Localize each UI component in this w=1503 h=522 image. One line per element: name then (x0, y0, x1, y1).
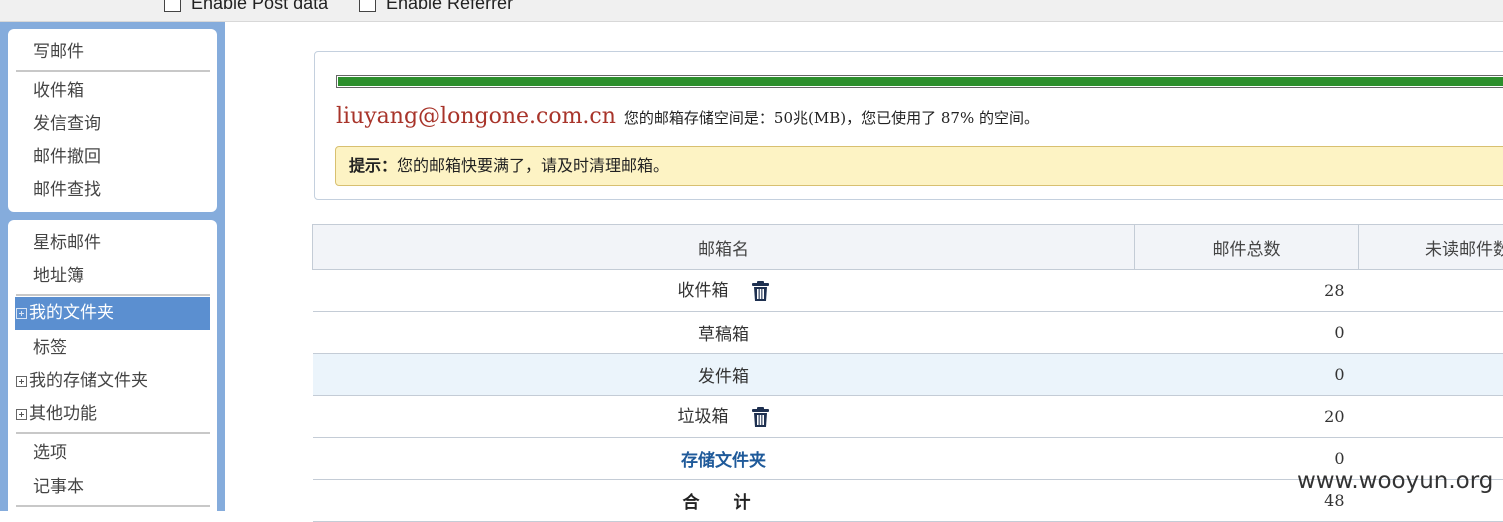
storage-quota-text: 您的邮箱存储空间是：50兆(MB)，您已使用了 87% 的空间。 (624, 109, 1039, 127)
sidebar-divider (16, 505, 210, 507)
storage-quota-panel: liuyang@longone.com.cn 您的邮箱存储空间是：50兆(MB)，… (314, 51, 1503, 200)
expand-icon[interactable] (16, 376, 27, 387)
total-count-cell: 0 (1135, 354, 1359, 396)
sidebar-item-starred[interactable]: 星标邮件 (33, 232, 101, 254)
storage-quota-info: liuyang@longone.com.cn 您的邮箱存储空间是：50兆(MB)，… (336, 104, 1039, 129)
enable-referrer-option[interactable]: Enable Referrer (359, 0, 513, 14)
enable-referrer-checkbox[interactable] (359, 0, 376, 12)
mailbox-name-cell: 垃圾箱 (313, 396, 1135, 438)
unread-count-cell (1359, 270, 1503, 312)
total-label-cell: 合 计 (313, 480, 1135, 522)
sidebar-item-search[interactable]: 邮件查找 (33, 179, 101, 201)
unread-count-cell (1359, 354, 1503, 396)
sidebar-item-tags[interactable]: 标签 (33, 337, 67, 359)
mailbox-link-drafts[interactable]: 草稿箱 (698, 325, 749, 345)
mailbox-name-cell: 发件箱 (313, 354, 1135, 396)
sidebar-item-options[interactable]: 选项 (33, 442, 67, 464)
browser-options-bar: Enable Post data Enable Referrer (0, 0, 1503, 22)
total-label: 合 计 (683, 493, 765, 513)
mailbox-name-cell: 草稿箱 (313, 312, 1135, 354)
sidebar-item-compose[interactable]: 写邮件 (33, 41, 84, 63)
total-count-cell: 0 (1135, 312, 1359, 354)
mailbox-link-inbox[interactable]: 收件箱 (678, 281, 729, 301)
sidebar-item-my-folders[interactable]: 我的文件夹 (15, 297, 210, 330)
mailbox-link-sent[interactable]: 发件箱 (698, 367, 749, 387)
sidebar-item-label: 我的文件夹 (29, 303, 114, 323)
total-count-cell: 20 (1135, 396, 1359, 438)
table-row: 垃圾箱 20 (313, 396, 1503, 438)
storage-progress-bar (336, 75, 1503, 88)
unread-count-cell (1359, 396, 1503, 438)
storage-warning-tip: 提示：您的邮箱快要满了，请及时清理邮箱。 (335, 146, 1503, 186)
account-email: liuyang@longone.com.cn (336, 104, 616, 129)
sidebar-item-sent-query[interactable]: 发信查询 (33, 113, 101, 135)
sidebar-panel-mail: 写邮件 收件箱 发信查询 邮件撤回 邮件查找 (8, 29, 217, 212)
mailbox-name-cell: 存储文件夹 (313, 438, 1135, 480)
sidebar-panel-folders: 星标邮件 地址簿 我的文件夹 标签 我的存储文件夹 其他功能 选项 记事本 (8, 220, 217, 520)
sidebar-item-storage-folders[interactable]: 我的存储文件夹 (16, 370, 148, 392)
column-header-mailbox-name: 邮箱名 (313, 225, 1135, 270)
table-row: 发件箱 0 (313, 354, 1503, 396)
sidebar-item-recall[interactable]: 邮件撤回 (33, 146, 101, 168)
trash-icon[interactable] (751, 281, 770, 307)
sidebar-divider (16, 294, 210, 296)
sidebar-item-label: 我的存储文件夹 (29, 371, 148, 391)
enable-post-checkbox[interactable] (164, 0, 181, 12)
watermark: www.wooyun.org (1297, 468, 1493, 494)
column-header-total: 邮件总数 (1135, 225, 1359, 270)
expand-icon[interactable] (16, 308, 27, 319)
expand-icon[interactable] (16, 409, 27, 420)
table-row: 草稿箱 0 (313, 312, 1503, 354)
unread-count-cell (1359, 312, 1503, 354)
table-header-row: 邮箱名 邮件总数 未读邮件数 (313, 225, 1503, 270)
tip-text: 您的邮箱快要满了，请及时清理邮箱。 (397, 156, 669, 175)
table-row: 收件箱 28 (313, 270, 1503, 312)
sidebar: 写邮件 收件箱 发信查询 邮件撤回 邮件查找 星标邮件 地址簿 我的文件夹 标签… (0, 22, 225, 511)
sidebar-item-label: 其他功能 (29, 404, 97, 424)
total-count-cell: 28 (1135, 270, 1359, 312)
sidebar-item-inbox[interactable]: 收件箱 (33, 80, 84, 102)
sidebar-divider (16, 70, 210, 72)
column-header-unread: 未读邮件数 (1359, 225, 1503, 270)
trash-icon[interactable] (751, 407, 770, 433)
sidebar-item-address-book[interactable]: 地址簿 (33, 265, 84, 287)
mailbox-link-junk[interactable]: 垃圾箱 (678, 407, 729, 427)
enable-referrer-label: Enable Referrer (386, 0, 513, 14)
mailbox-name-cell: 收件箱 (313, 270, 1135, 312)
enable-post-label: Enable Post data (191, 0, 328, 14)
sidebar-divider (16, 432, 210, 434)
tip-label: 提示： (349, 156, 397, 175)
enable-post-option[interactable]: Enable Post data (164, 0, 328, 14)
storage-progress-fill (338, 77, 1503, 86)
sidebar-item-other-functions[interactable]: 其他功能 (16, 403, 97, 425)
sidebar-item-notepad[interactable]: 记事本 (33, 476, 84, 498)
mailbox-link-storage-folder[interactable]: 存储文件夹 (681, 451, 766, 471)
